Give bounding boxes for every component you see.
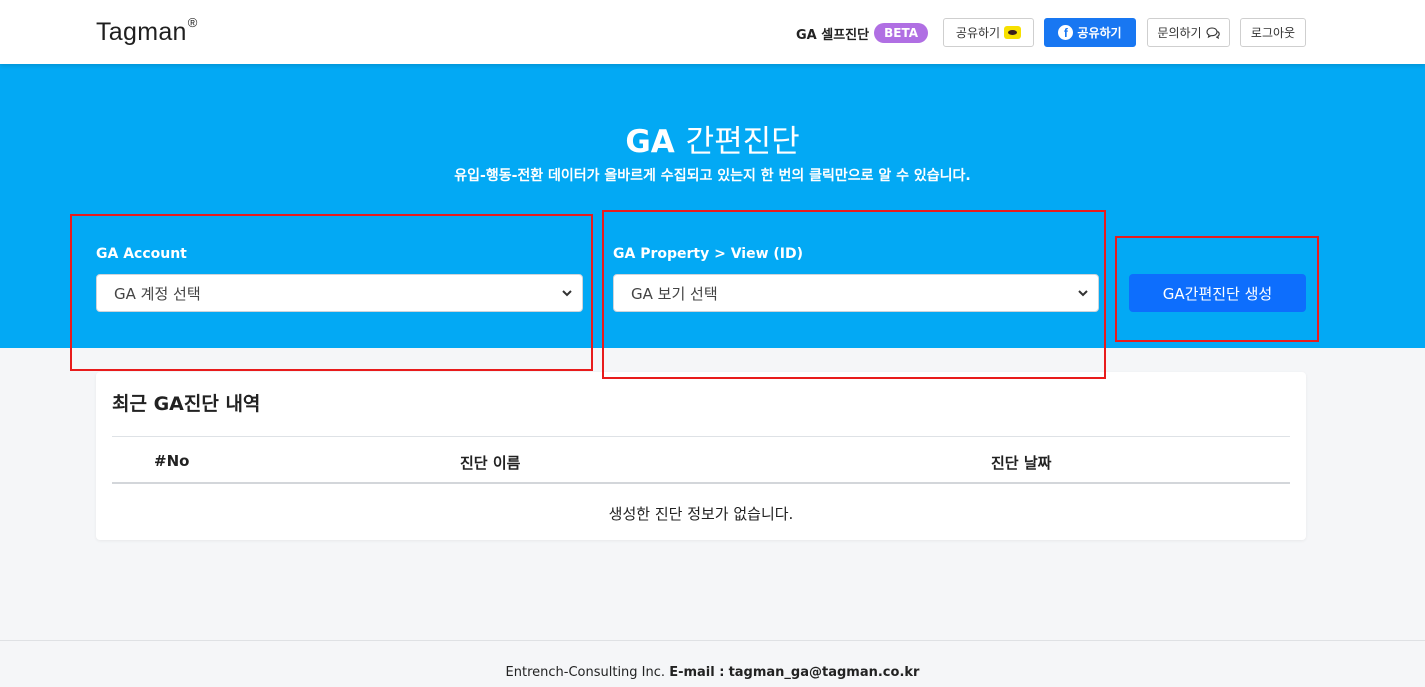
facebook-share-button[interactable]: f 공유하기 [1044,18,1136,47]
footer-email-label: E-mail : [669,665,725,680]
ga-property-select[interactable]: GA 보기 선택 [613,274,1099,312]
column-header-name: 진단 이름 [460,454,521,472]
chat-icon [1206,26,1220,39]
footer-company: Entrench-Consulting Inc. [505,665,666,680]
generate-diagnosis-button[interactable]: GA간편진단 생성 [1129,274,1306,312]
ga-account-select[interactable]: GA 계정 선택 [96,274,583,312]
footer: Entrench-Consulting Inc. E-mail : tagman… [0,640,1425,687]
page-title-main: 간편진단 [685,124,800,160]
recent-history-title: 최근 GA진단 내역 [112,393,261,415]
chevron-down-icon [1078,290,1088,297]
logout-label: 로그아웃 [1250,26,1296,40]
hero-section: GA 간편진단 유입-행동-전환 데이터가 올바르게 수집되고 있는지 한 번의… [0,64,1425,348]
empty-history-message: 생성한 진단 정보가 없습니다. [608,505,794,523]
ga-property-select-value: GA 보기 선택 [631,284,718,303]
kakao-icon [1004,26,1022,39]
generate-diagnosis-label: GA간편진단 생성 [1162,284,1273,303]
ga-account-select-value: GA 계정 선택 [114,284,201,303]
chevron-down-icon [562,290,572,297]
footer-email[interactable]: tagman_ga@tagman.co.kr [729,665,920,680]
page-title-ga: GA [625,124,675,160]
table-top-border [112,436,1290,437]
ga-property-label: GA Property > View (ID) [613,246,804,262]
column-header-no: #No [154,452,190,470]
kakao-share-button[interactable]: 공유하기 [943,18,1034,47]
logout-button[interactable]: 로그아웃 [1240,18,1306,47]
inquiry-label: 문의하기 [1157,26,1202,40]
column-header-date: 진단 날짜 [991,454,1052,472]
facebook-share-label: 공유하기 [1077,26,1122,40]
footer-text: Entrench-Consulting Inc. E-mail : tagman… [0,665,1425,680]
ga-account-label: GA Account [96,246,187,262]
kakao-share-label: 공유하기 [955,26,1001,40]
table-header-divider [112,482,1290,484]
logo-text: Tagman [96,18,187,46]
logo-registered-mark: ® [187,14,198,30]
inquiry-button[interactable]: 문의하기 [1147,18,1230,47]
page-subtitle: 유입-행동-전환 데이터가 올바르게 수집되고 있는지 한 번의 클릭만으로 알… [454,168,971,184]
facebook-icon: f [1058,25,1074,40]
self-diagnosis-label: GA 셀프진단 [796,27,870,43]
recent-history-card: 최근 GA진단 내역 #No 진단 이름 진단 날짜 생성한 진단 정보가 없습… [96,372,1306,540]
beta-badge: BETA [874,23,928,43]
self-diagnosis-link[interactable]: GA 셀프진단 BETA [796,23,928,43]
page-title: GA 간편진단 [0,116,1425,161]
logo[interactable]: Tagman® [96,14,198,47]
top-navbar: Tagman® GA 셀프진단 BETA 공유하기 f 공유하기 문의하기 로그… [0,0,1425,64]
